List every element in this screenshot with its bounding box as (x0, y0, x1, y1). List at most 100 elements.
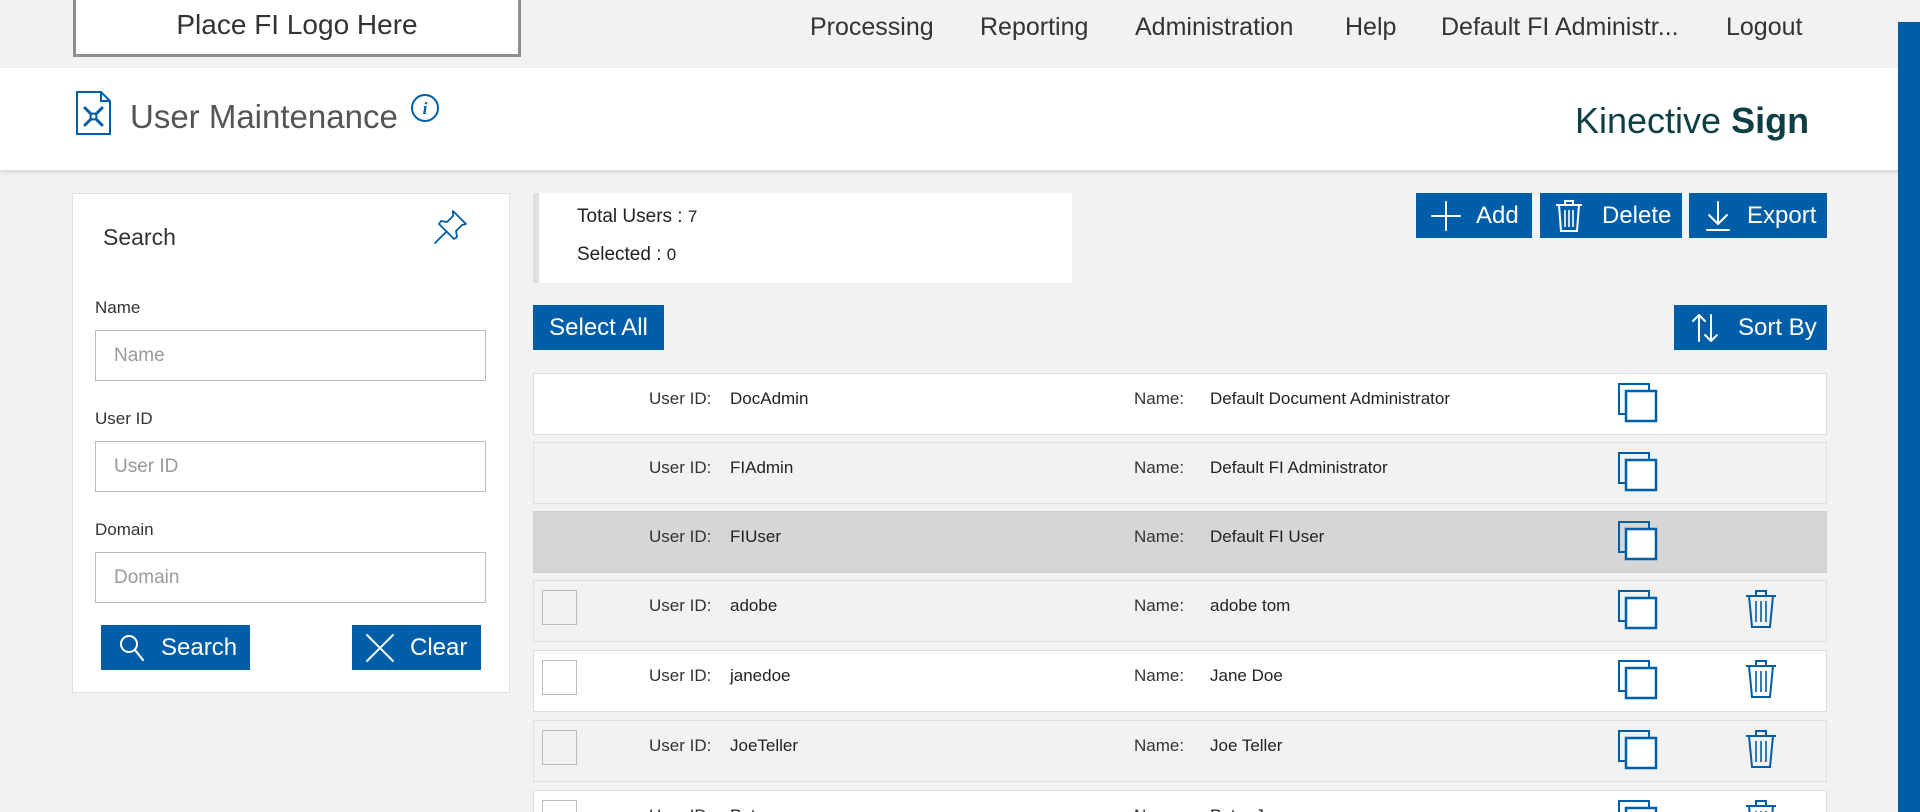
info-icon[interactable]: i (410, 93, 440, 123)
export-button-label: Export (1747, 201, 1817, 229)
sort-arrows-icon (1692, 313, 1718, 342)
user-name-value: Default Document Administrator (1210, 389, 1450, 408)
name-field-label: Name: (1134, 666, 1185, 685)
selected-users-value: 0 (666, 245, 677, 264)
clear-button-label: Clear (410, 633, 468, 661)
clear-icon (366, 633, 394, 662)
plus-icon (1431, 200, 1461, 231)
nav-user-menu[interactable]: Default FI Administr... (1441, 10, 1679, 44)
nav-help[interactable]: Help (1345, 10, 1396, 44)
user-id-field-label: User ID: (649, 527, 712, 546)
user-id-field-label: User ID: (649, 389, 712, 408)
user-row[interactable]: User ID: JoeTeller Name: Joe Teller (533, 720, 1827, 782)
sort-by-button-label: Sort By (1738, 313, 1817, 341)
nav-administration-label[interactable]: Administration (1135, 13, 1293, 42)
user-id-value: FIAdmin (730, 458, 794, 477)
user-row[interactable]: User ID: FIUser Name: Default FI User (533, 511, 1827, 573)
row-checkbox[interactable] (542, 660, 577, 695)
document-wrench-icon (76, 91, 111, 135)
brand-text-regular: Kinective (1575, 100, 1732, 141)
user-row[interactable]: User ID: janedoe Name: Jane Doe (533, 650, 1827, 712)
trash-icon (1556, 199, 1582, 232)
search-icon (120, 634, 145, 661)
clear-button[interactable]: Clear (352, 625, 481, 670)
name-label: Name (95, 298, 141, 317)
row-delete-icon[interactable] (1744, 799, 1778, 812)
search-panel-title: Search (103, 224, 176, 250)
user-row[interactable]: User ID: Peter Name: Peter Joe (533, 790, 1827, 812)
nav-processing[interactable]: Processing (810, 10, 934, 44)
copy-icon[interactable] (1617, 799, 1659, 812)
search-button-label: Search (161, 633, 238, 661)
copy-icon[interactable] (1617, 382, 1659, 424)
copy-icon[interactable] (1617, 451, 1659, 493)
row-checkbox[interactable] (542, 730, 577, 765)
copy-icon[interactable] (1617, 659, 1659, 701)
row-delete-icon[interactable] (1744, 659, 1778, 699)
user-row[interactable]: User ID: adobe Name: adobe tom (533, 580, 1827, 642)
name-field-label: Name: (1134, 596, 1185, 615)
export-button[interactable]: Export (1689, 193, 1827, 238)
search-button[interactable]: Search (101, 625, 250, 670)
user-id-field-label: User ID: (649, 666, 712, 685)
page-title: User Maintenance (130, 98, 398, 135)
row-checkbox[interactable] (542, 590, 577, 625)
add-button-label: Add (1476, 201, 1519, 229)
page-scrollbar[interactable] (1898, 22, 1920, 812)
user-id-value: DocAdmin (730, 389, 809, 408)
sort-by-button[interactable]: Sort By (1674, 305, 1827, 350)
user-name-value: Default FI Administrator (1210, 458, 1388, 477)
row-delete-icon[interactable] (1744, 589, 1778, 629)
name-field-label: Name: (1134, 389, 1185, 408)
name-field-label: Name: (1134, 806, 1184, 812)
nav-processing-label[interactable]: Processing (810, 13, 934, 42)
total-users-label: Total Users : (577, 206, 688, 227)
nav-reporting-label[interactable]: Reporting (980, 13, 1088, 42)
copy-icon[interactable] (1617, 729, 1659, 771)
selected-users-label: Selected : (577, 244, 667, 265)
user-id-field-label: User ID: (649, 806, 711, 812)
user-id-value: Peter (730, 806, 771, 812)
total-users: Total Users : 7 (577, 206, 697, 228)
user-name-value: Peter Joe (1210, 806, 1283, 812)
user-id-field-label: User ID: (649, 596, 712, 615)
user-id-value: FIUser (730, 527, 781, 546)
nav-logout-label[interactable]: Logout (1726, 13, 1802, 42)
delete-button[interactable]: Delete (1540, 193, 1682, 238)
copy-icon[interactable] (1617, 589, 1659, 631)
user-id-input[interactable] (95, 441, 486, 492)
user-row[interactable]: User ID: DocAdmin Name: Default Document… (533, 373, 1827, 435)
user-row[interactable]: User ID: FIAdmin Name: Default FI Admini… (533, 442, 1827, 504)
domain-input[interactable] (95, 552, 486, 603)
nav-logout[interactable]: Logout (1726, 10, 1802, 44)
svg-text:i: i (423, 99, 428, 118)
total-users-value: 7 (687, 207, 698, 226)
nav-reporting[interactable]: Reporting (980, 10, 1088, 44)
download-icon (1706, 200, 1730, 231)
add-button[interactable]: Add (1416, 193, 1532, 238)
domain-label: Domain (95, 520, 154, 539)
top-navigation-bar: Place FI Logo Here Processing Reporting … (0, 0, 1920, 68)
user-id-value: JoeTeller (730, 736, 799, 755)
copy-icon[interactable] (1617, 520, 1659, 562)
name-field-label: Name: (1134, 736, 1185, 755)
user-id-field-label: User ID: (649, 736, 712, 755)
nav-administration[interactable]: Administration (1135, 10, 1293, 44)
name-field-label: Name: (1134, 527, 1185, 546)
user-id-field-label: User ID: (649, 458, 712, 477)
select-all-button[interactable]: Select All (533, 305, 664, 350)
pin-icon[interactable] (431, 206, 471, 246)
row-delete-icon[interactable] (1744, 729, 1778, 769)
user-id-label: User ID (95, 409, 153, 428)
nav-help-label[interactable]: Help (1345, 13, 1396, 42)
user-count-summary: Total Users : 7 Selected : 0 (533, 193, 1072, 283)
row-checkbox[interactable] (542, 800, 577, 812)
fi-logo-placeholder: Place FI Logo Here (73, 0, 521, 57)
brand-text-bold: Sign (1731, 100, 1810, 141)
nav-user-menu-label[interactable]: Default FI Administr... (1441, 13, 1679, 42)
selected-users: Selected : 0 (577, 244, 676, 266)
name-input[interactable] (95, 330, 486, 381)
search-panel: Search Name User ID Domain Search Clear (72, 193, 510, 693)
select-all-button-label: Select All (549, 313, 648, 341)
user-id-value: adobe (730, 596, 778, 615)
